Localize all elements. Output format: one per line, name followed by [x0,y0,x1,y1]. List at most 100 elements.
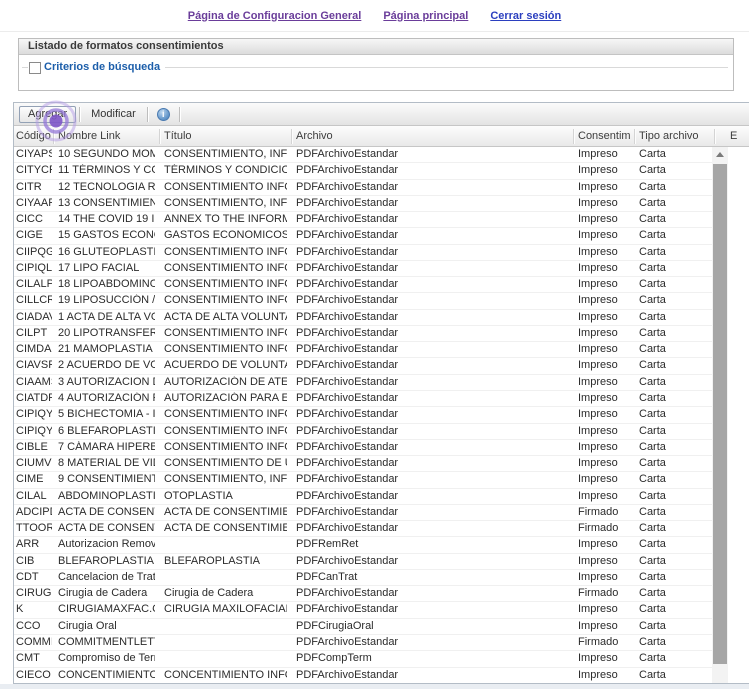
column-divider[interactable] [159,129,160,144]
column-header[interactable]: Tipo archivo [639,130,709,142]
modify-button[interactable]: Modificar [83,107,144,122]
table-row[interactable]: CIUMVYF8 MATERIAL DE VIDEO Y FOTOGR...CO… [14,456,712,472]
table-row[interactable]: CCOCirugia OralPDFCirugiaOralImpresoCart… [14,619,712,635]
table-row[interactable]: TTOORTON...ACTA DE CONSENTIMIENTO INFO..… [14,521,712,537]
table-row[interactable]: CILPT20 LIPOTRANSFERENCIACONSENTIMIENTO … [14,326,712,342]
link-pagina-principal[interactable]: Página principal [383,10,468,22]
table-cell: CIATDP [16,392,52,404]
table-cell: PDFArchivoEstandar [296,294,569,306]
table-cell: TÉRMINOS Y CONDICIONES DE PROGRAM... [164,164,287,176]
table-row[interactable]: CIBBLEFAROPLASTIABLEFAROPLASTIAPDFArchiv… [14,554,712,570]
table-cell: AUTORIZACIÓN PARA EL TRATAMIENTO D... [164,392,287,404]
table-cell: Cirugia Oral [58,620,155,632]
column-divider[interactable] [714,129,715,144]
column-header[interactable]: E [730,130,748,142]
table-row[interactable]: CIIPQG16 GLUTEOPLASTIACONSENTIMIENTO INF… [14,245,712,261]
table-cell: CONSENTIMIENTO, INFORMACIÓN Y ACLA... [164,197,287,209]
column-header[interactable]: Archivo [296,130,569,142]
table-cell: 1 ACTA DE ALTA VOLUNTARIA HA... [58,311,155,323]
table-row[interactable]: COMMITME...COMMITMENTLETTERFIRMAPDFArchi… [14,635,712,651]
table-cell: 16 GLUTEOPLASTIA [58,246,155,258]
table-row[interactable]: KCIRUGIAMAXFAC.COCIRUGIA MAXILOFACIALPDF… [14,602,712,618]
table-cell: CDT [16,571,52,583]
table-row[interactable]: CIATDP4 AUTORIZACIÓN PARA EL TRATA...AUT… [14,391,712,407]
table-cell: PDFArchivoEstandar [296,669,569,681]
table-row[interactable]: CIYAPSMC10 SEGUNDO MOMENTO DE CIRU...CON… [14,147,712,163]
table-row[interactable]: CIGE15 GASTOS ECONOMICOS FRENT...GASTOS … [14,228,712,244]
consent-formats-grid: Agregar Modificar i Código Nombre Link Tít… [13,102,749,684]
table-row[interactable]: CIRUGIADE...Cirugia de CaderaCirugia de … [14,586,712,602]
table-cell: PDFArchivoEstandar [296,376,569,388]
table-row[interactable]: CIAVSP2 ACUERDO DE VOLUNTADES SO...ACUER… [14,358,712,374]
table-row[interactable]: CITYCPC11 TÉRMINOS Y CONDICIONES D...TÉR… [14,163,712,179]
column-header[interactable]: Código [16,130,52,142]
table-row[interactable]: CIME9 CONSENTIMIENTO MENORES D...CONSENT… [14,472,712,488]
table-cell: Carta [639,262,709,274]
table-cell: Carta [639,441,709,453]
table-row[interactable]: CDTCancelacion de TratamientoPDFCanTratI… [14,570,712,586]
table-cell: Carta [639,327,709,339]
column-divider[interactable] [573,129,574,144]
table-row[interactable]: CIPIQLF17 LIPO FACIALCONSENTIMIENTO INFO… [14,261,712,277]
table-row[interactable]: CIMDAOR21 MAMOPLASTIA DE AUMENTO ...CONS… [14,342,712,358]
table-cell: Impreso [578,555,630,567]
scrollbar-thumb[interactable] [713,164,727,664]
table-row[interactable]: CIBLE7 CÁMARA HIPERBÁRICACONSENTIMIENTO … [14,440,712,456]
table-row[interactable]: CILALABDOMINOPLASTIAOTOPLASTIAPDFArchivo… [14,489,712,505]
table-row[interactable]: CIYAAP13 CONSENTIMIENTO, INFORMA...CONSE… [14,196,712,212]
table-cell: Impreso [578,620,630,632]
table-cell: CONSENTIMIENTO INFORMADO TECNOLO... [164,181,287,193]
table-cell: 12 TECNOLOGIA RENUVION® [58,181,155,193]
table-row[interactable]: CILALPA18 LIPOABDOMINOPLASTIA / LIP...CO… [14,277,712,293]
column-header[interactable]: Consentimi... [578,130,630,142]
table-row[interactable]: ADCIPDDSACTA DE CONSENTIMIENTO INFO...AC… [14,505,712,521]
column-header[interactable]: Nombre Link [58,130,155,142]
table-cell: Carta [639,457,709,469]
table-cell: Carta [639,425,709,437]
table-cell: Compromiso de Terminacion [58,652,155,664]
column-header[interactable]: Título [164,130,287,142]
table-cell: Autorizacion Remover Retenedores [58,538,155,550]
table-cell: CIRUGIADE... [16,587,52,599]
column-divider[interactable] [53,129,54,144]
vertical-scrollbar[interactable] [712,147,728,683]
table-cell: BLEFAROPLASTIA [164,555,287,567]
table-cell: Impreso [578,164,630,176]
table-cell: Carta [639,587,709,599]
table-cell: PDFArchivoEstandar [296,327,569,339]
table-row[interactable]: CITR12 TECNOLOGIA RENUVION®CONSENTIMIENT… [14,180,712,196]
table-row[interactable]: CIPIQYPE5 BICHECTOMIA - INTERVENCIO...CO… [14,407,712,423]
table-row[interactable]: ARRAutorizacion Remover RetenedoresPDFRe… [14,537,712,553]
table-cell: ACTA DE CONSENTIMIENTO INFORMADO ... [164,506,287,518]
column-divider[interactable] [634,129,635,144]
add-button[interactable]: Agregar [19,106,76,123]
table-row[interactable]: CICC14 THE COVID 19 INFECTIOANNEX TO THE… [14,212,712,228]
table-cell: PDFArchivoEstandar [296,164,569,176]
table-cell: Impreso [578,294,630,306]
info-icon[interactable]: i [157,108,170,121]
column-divider[interactable] [291,129,292,144]
table-cell: Impreso [578,457,630,469]
table-row[interactable]: CIPIQYPEB6 BLEFAROPLASTIA - INTERVENC...… [14,424,712,440]
table-cell: CILALPA [16,278,52,290]
table-row[interactable]: CILLCRL19 LIPOSUCCIÓN / LIPOESCULTU...CO… [14,293,712,309]
table-cell: Impreso [578,652,630,664]
table-cell: PDFArchivoEstandar [296,522,569,534]
table-cell: Impreso [578,311,630,323]
table-row[interactable]: CMTCompromiso de TerminacionPDFCompTermI… [14,651,712,667]
link-cerrar-sesion[interactable]: Cerrar sesión [490,10,561,22]
table-cell: Impreso [578,213,630,225]
table-cell: ABDOMINOPLASTIA [58,490,155,502]
table-cell: Impreso [578,392,630,404]
fieldset-border [165,67,728,68]
table-cell: 14 THE COVID 19 INFECTIO [58,213,155,225]
link-configuracion-general[interactable]: Página de Configuracion General [188,10,362,22]
table-cell: CONSENTIMIENTO INFORMADO PARA INT... [164,425,287,437]
criteria-checkbox[interactable] [29,62,41,74]
table-cell: CONSENTIMIENTO INFORMADO PARA INT... [164,343,287,355]
table-row[interactable]: CIECOCONCENTIMIENTO INFORMADO ...CONCENT… [14,668,712,684]
table-row[interactable]: CIADAV1 ACTA DE ALTA VOLUNTARIA HA...ACT… [14,310,712,326]
scroll-up-arrow-icon[interactable] [712,147,728,162]
table-row[interactable]: CIAAMS3 AUTORIZACION DE ATENCION ...AUTO… [14,375,712,391]
table-cell: PDFArchivoEstandar [296,262,569,274]
